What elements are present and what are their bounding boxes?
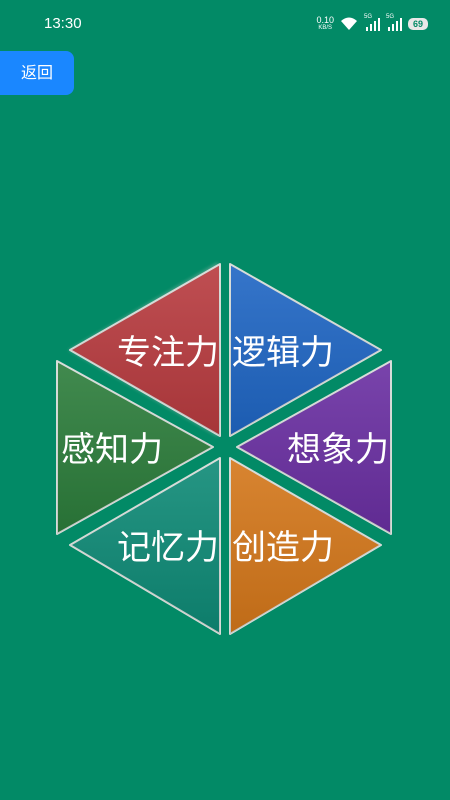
ability-memory-label: 记忆力 xyxy=(117,528,219,568)
ability-creativity-label: 创造力 xyxy=(232,528,334,568)
ability-perception-label: 感知力 xyxy=(61,430,163,470)
ability-focus-label: 专注力 xyxy=(117,333,219,373)
ability-imagination-label: 想象力 xyxy=(287,430,389,470)
ability-logic-label: 逻辑力 xyxy=(232,333,334,373)
ability-hexagon: 专注力 逻辑力 想象力 创造力 记忆力 感知力 xyxy=(56,262,392,635)
